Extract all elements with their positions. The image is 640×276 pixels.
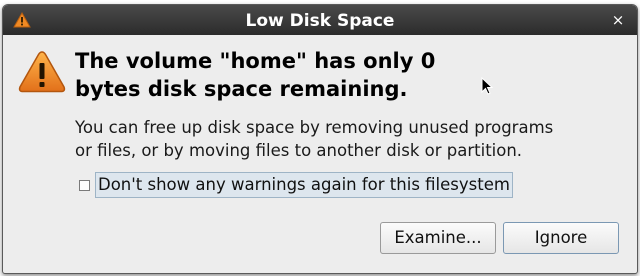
title-bar[interactable]: Low Disk Space ×	[3, 5, 637, 35]
body-line: or files, or by moving files to another …	[75, 141, 523, 160]
dont-show-again-label[interactable]: Don't show any warnings again for this f…	[95, 172, 513, 198]
low-disk-space-dialog: Low Disk Space × The volume "home" has o…	[2, 4, 638, 274]
body-line: You can free up disk space by removing u…	[75, 118, 554, 137]
headline-line: bytes disk space remaining.	[75, 77, 408, 101]
dont-show-again-checkbox[interactable]	[79, 180, 90, 191]
examine-button[interactable]: Examine...	[380, 222, 496, 254]
mouse-pointer-icon	[481, 76, 494, 97]
headline: The volume "home" has only 0 bytes disk …	[75, 47, 595, 103]
warning-icon	[17, 49, 67, 95]
window-title: Low Disk Space	[245, 11, 395, 31]
close-button[interactable]: ×	[609, 10, 627, 30]
message-body: You can free up disk space by removing u…	[75, 116, 635, 162]
ignore-button[interactable]: Ignore	[503, 222, 619, 254]
headline-line: The volume "home" has only 0	[75, 49, 436, 73]
